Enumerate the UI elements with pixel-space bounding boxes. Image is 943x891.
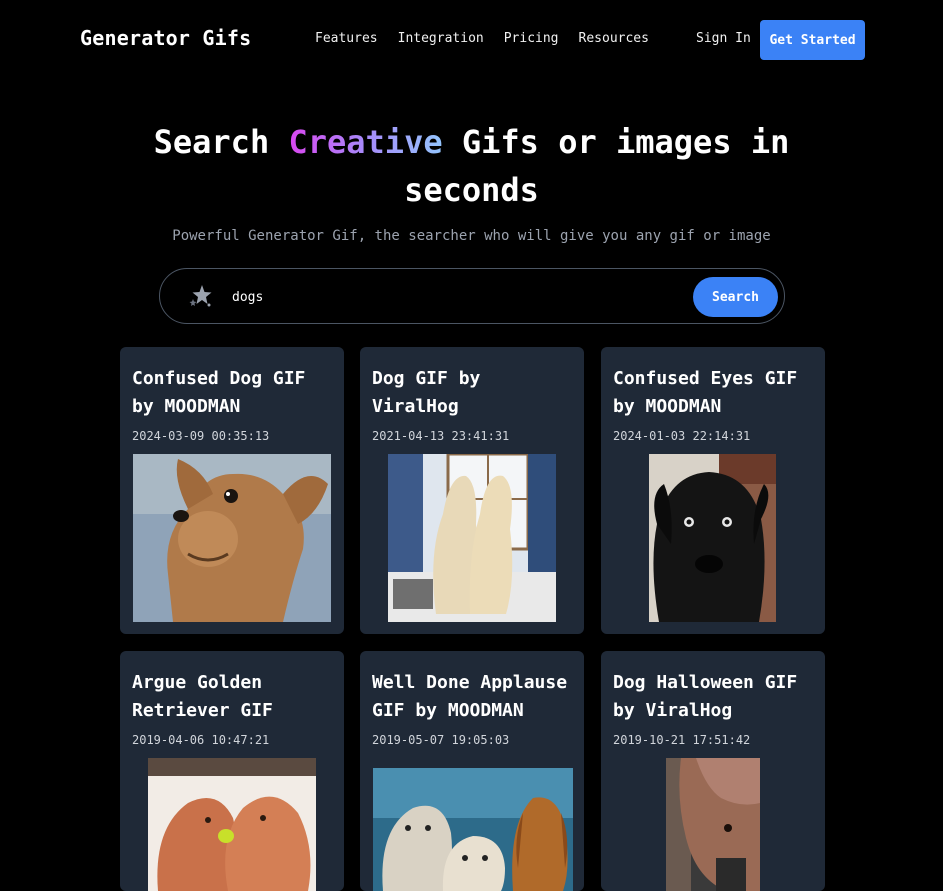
nav-link-features[interactable]: Features (315, 31, 378, 46)
result-card[interactable]: Argue Golden Retriever GIF 2019-04-06 10… (120, 651, 344, 891)
hero-title-part2: Gifs or images in (442, 123, 790, 161)
hero-subtitle: Powerful Generator Gif, the searcher who… (172, 228, 771, 244)
card-date: 2024-01-03 22:14:31 (613, 429, 751, 443)
card-title-line1: Confused Dog GIF (132, 368, 306, 389)
gif-image[interactable] (133, 454, 331, 622)
hero-title: Search Creative Gifs or images in second… (0, 118, 943, 214)
gif-image[interactable] (666, 758, 760, 891)
brand-logo-text[interactable]: Generator Gifs (80, 26, 251, 50)
card-title: Argue Golden Retriever GIF (132, 669, 338, 725)
result-card[interactable]: Dog GIF by ViralHog 2021-04-13 23:41:31 (360, 347, 584, 634)
nav-links: Features Integration Pricing Resources (315, 31, 649, 46)
search-input[interactable] (230, 285, 674, 309)
nav-link-resources[interactable]: Resources (579, 31, 649, 46)
result-card[interactable]: Well Done Applause GIF by MOODMAN 2019-0… (360, 651, 584, 891)
card-date: 2019-10-21 17:51:42 (613, 733, 751, 747)
card-date: 2019-05-07 19:05:03 (372, 733, 510, 747)
hero-title-part1: Search (153, 123, 289, 161)
nav-link-pricing[interactable]: Pricing (504, 31, 559, 46)
card-title-line2: GIF by MOODMAN (372, 700, 524, 721)
card-title: Dog Halloween GIF by ViralHog (613, 669, 819, 725)
card-title-line2: by MOODMAN (132, 396, 241, 417)
top-nav: Generator Gifs Features Integration Pric… (0, 0, 943, 78)
card-title-line1: Well Done Applause (372, 672, 568, 693)
result-card[interactable]: Confused Eyes GIF by MOODMAN 2024-01-03 … (601, 347, 825, 634)
card-title: Confused Dog GIF by MOODMAN (132, 365, 338, 421)
gif-image[interactable] (388, 454, 556, 622)
card-title-line1: Dog GIF by (372, 368, 481, 389)
card-date: 2024-03-09 00:35:13 (132, 429, 270, 443)
card-title-line1: Confused Eyes GIF (613, 368, 798, 389)
result-card[interactable]: Confused Dog GIF by MOODMAN 2024-03-09 0… (120, 347, 344, 634)
gif-image[interactable] (649, 454, 776, 622)
card-date: 2019-04-06 10:47:21 (132, 733, 270, 747)
card-title-line1: Argue Golden (132, 672, 263, 693)
card-title-line2: Retriever GIF (132, 700, 273, 721)
card-title: Confused Eyes GIF by MOODMAN (613, 365, 819, 421)
card-title: Well Done Applause GIF by MOODMAN (372, 669, 578, 725)
card-title-line2: by MOODMAN (613, 396, 722, 417)
search-button[interactable]: Search (693, 277, 778, 317)
hero-title-line2: seconds (404, 171, 539, 209)
sparkle-star-icon (189, 285, 212, 307)
card-title: Dog GIF by ViralHog (372, 365, 578, 421)
card-title-line1: Dog Halloween GIF (613, 672, 798, 693)
card-date: 2021-04-13 23:41:31 (372, 429, 510, 443)
get-started-button[interactable]: Get Started (760, 20, 865, 60)
hero-title-accent: Creative (288, 123, 443, 161)
card-title-line2: ViralHog (372, 396, 459, 417)
sign-in-link[interactable]: Sign In (696, 31, 751, 46)
nav-link-integration[interactable]: Integration (398, 31, 484, 46)
result-card[interactable]: Dog Halloween GIF by ViralHog 2019-10-21… (601, 651, 825, 891)
card-title-line2: by ViralHog (613, 700, 733, 721)
search-bar: Search (159, 268, 785, 324)
gif-image[interactable] (148, 758, 316, 891)
